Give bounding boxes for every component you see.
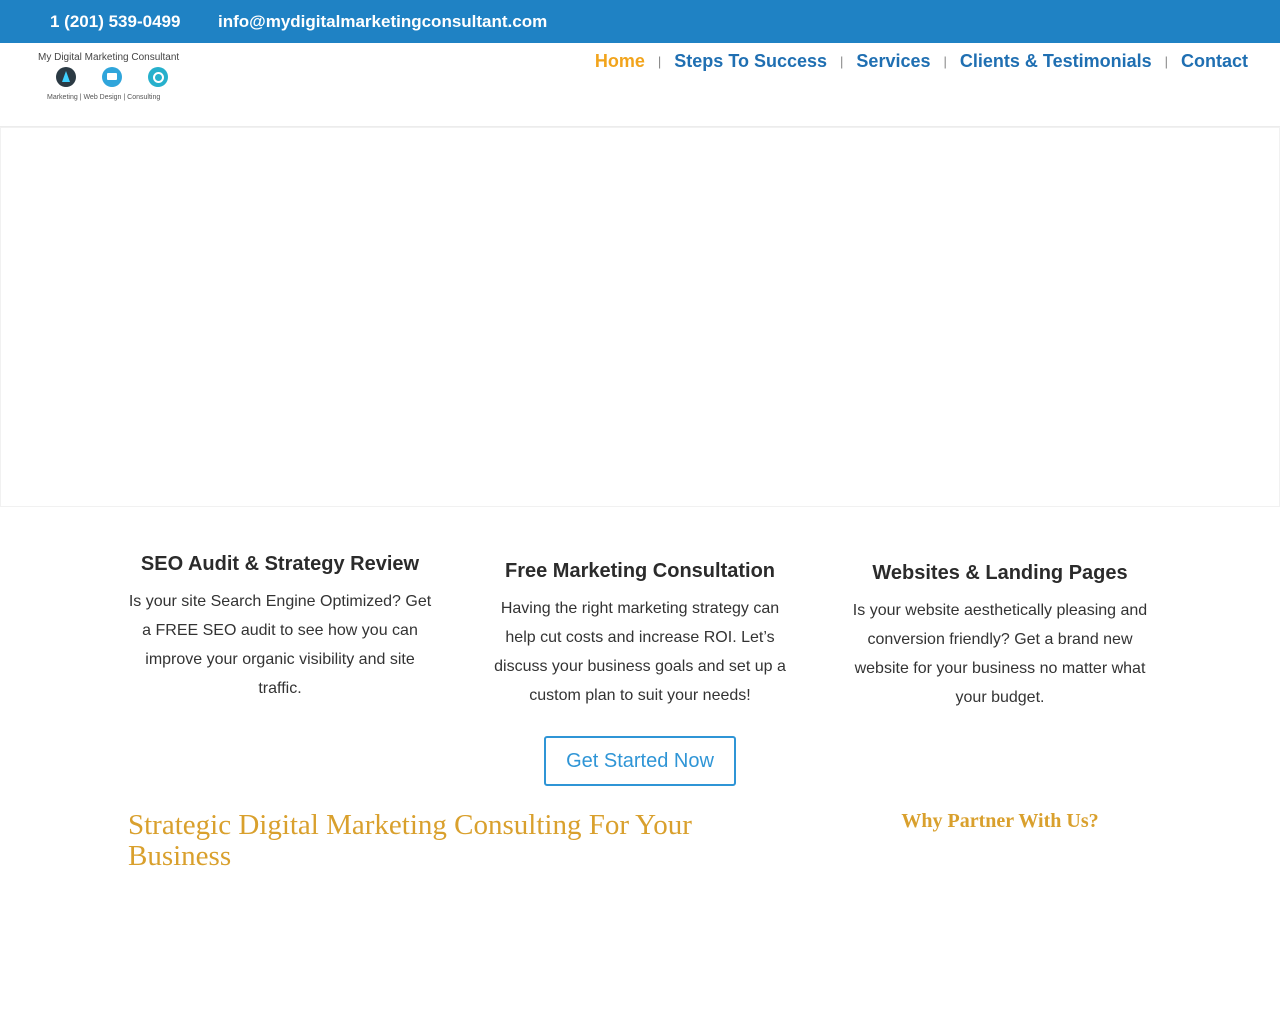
nav-services[interactable]: Services (856, 51, 930, 72)
feature-free-consultation: Free Marketing Consultation Having the r… (485, 560, 795, 710)
site-logo[interactable]: My Digital Marketing Consultant Marketin… (36, 52, 192, 106)
nav-home[interactable]: Home (595, 51, 645, 72)
why-partner-heading: Why Partner With Us? (901, 810, 1099, 832)
nav-separator: | (943, 54, 947, 69)
nav-contact[interactable]: Contact (1181, 51, 1248, 72)
feature-text: Having the right marketing strategy can … (494, 600, 786, 704)
main-navigation: Home | Steps To Success | Services | Cli… (595, 51, 1248, 72)
logo-subtitle: Marketing | Web Design | Consulting (47, 94, 161, 101)
strategic-heading: Strategic Digital Marketing Consulting F… (128, 809, 692, 872)
feature-websites: Websites & Landing Pages Is your website… (845, 562, 1155, 712)
feature-text: Is your site Search Engine Optimized? Ge… (128, 593, 432, 697)
web-design-icon (102, 67, 122, 87)
get-started-button[interactable]: Get Started Now (544, 736, 736, 786)
feature-title: Websites & Landing Pages (872, 562, 1128, 584)
nav-clients-testimonials[interactable]: Clients & Testimonials (960, 51, 1152, 72)
feature-text: Is your website aesthetically pleasing a… (852, 602, 1148, 706)
phone-link[interactable]: 1 (201) 539-0499 (50, 12, 180, 32)
site-header: My Digital Marketing Consultant Marketin… (0, 43, 1280, 127)
nav-separator: | (1164, 54, 1168, 69)
email-link[interactable]: info@mydigitalmarketingconsultant.com (218, 12, 547, 32)
feature-seo-audit: SEO Audit & Strategy Review Is your site… (125, 553, 435, 703)
nav-separator: | (657, 54, 662, 69)
hero-banner (0, 127, 1280, 507)
consulting-icon (148, 67, 168, 87)
nav-separator: | (840, 54, 844, 69)
marketing-icon (56, 67, 76, 87)
feature-title: SEO Audit & Strategy Review (140, 553, 420, 575)
nav-steps-to-success[interactable]: Steps To Success (674, 51, 827, 72)
logo-title: My Digital Marketing Consultant (38, 52, 180, 63)
top-contact-bar: 1 (201) 539-0499 info@mydigitalmarketing… (0, 0, 1280, 43)
feature-title: Free Marketing Consultation (504, 560, 776, 582)
